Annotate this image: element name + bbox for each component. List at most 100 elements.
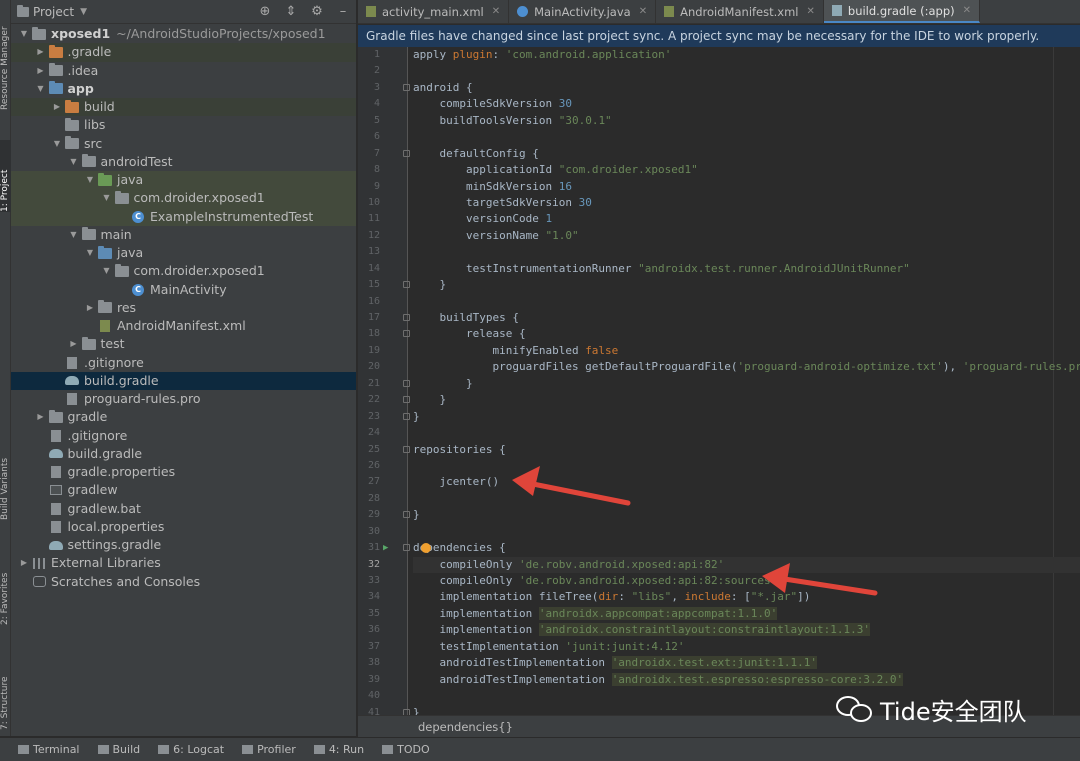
bottom-tab-terminal[interactable]: Terminal	[18, 743, 80, 756]
tree-row[interactable]: ▼ com.droider.xposed1	[11, 189, 356, 208]
code-line[interactable]: 38 androidTestImplementation 'androidx.t…	[368, 655, 1080, 671]
tree-row[interactable]: ▼ src	[11, 135, 356, 153]
fold-marker-icon[interactable]	[403, 412, 410, 420]
chevron-down-icon[interactable]: ▼	[50, 135, 64, 153]
code-line[interactable]: 7 defaultConfig {	[374, 146, 1080, 162]
code-line[interactable]: 14 testInstrumentationRunner "androidx.t…	[368, 261, 1080, 277]
close-icon[interactable]: ✕	[963, 5, 971, 16]
tree-row[interactable]: AndroidManifest.xml	[11, 317, 356, 335]
code-line[interactable]: 1 apply plugin: 'com.android.application'	[374, 47, 1080, 63]
tree-row[interactable]: .gitignore	[11, 354, 356, 372]
fold-marker-icon[interactable]	[403, 396, 410, 404]
code-line[interactable]: 24	[368, 425, 1080, 441]
code-line[interactable]: 6	[374, 129, 1080, 145]
chevron-down-icon[interactable]: ▼	[17, 25, 31, 43]
code-line[interactable]: 27 jcenter()	[368, 474, 1080, 490]
tree-row[interactable]: ▼ app	[11, 80, 356, 98]
fold-marker-icon[interactable]	[403, 330, 410, 338]
tree-row[interactable]: ▼ java	[11, 171, 356, 190]
tree-row[interactable]: ▶ res	[11, 299, 356, 317]
collapse-icon[interactable]: ⇕	[284, 4, 298, 19]
code-editor[interactable]: 1 apply plugin: 'com.android.application'…	[358, 47, 1080, 715]
code-line[interactable]: 37 testImplementation 'junit:junit:4.12'	[368, 639, 1080, 655]
bottom-tab-list[interactable]: TODO	[382, 743, 430, 756]
crosshair-icon[interactable]: ⊕	[258, 4, 272, 19]
code-line[interactable]: 3 android {	[374, 80, 1080, 96]
code-line[interactable]: 9 minSdkVersion 16	[374, 179, 1080, 195]
code-line[interactable]: 20 proguardFiles getDefaultProguardFile(…	[368, 359, 1080, 375]
code-line[interactable]: 18 release {	[368, 326, 1080, 342]
chevron-down-icon[interactable]: ▼	[34, 80, 48, 98]
code-line[interactable]: 28	[368, 491, 1080, 507]
tab-class[interactable]: MainActivity.java ✕	[509, 0, 657, 23]
chevron-down-icon[interactable]: ▼	[83, 244, 97, 262]
tree-row[interactable]: C MainActivity	[11, 281, 356, 299]
tree-row[interactable]: gradle.properties	[11, 463, 356, 481]
code-line[interactable]: 35 implementation 'androidx.appcompat:ap…	[368, 606, 1080, 622]
chevron-right-icon[interactable]: ▶	[34, 43, 48, 61]
code-line[interactable]: 30	[368, 524, 1080, 540]
chevron-down-icon[interactable]: ▼	[100, 262, 114, 280]
chevron-right-icon[interactable]: ▶	[34, 62, 48, 80]
tab-gradle[interactable]: build.gradle (:app) ✕	[823, 0, 981, 23]
tree-row[interactable]: settings.gradle	[11, 536, 356, 554]
tree-row[interactable]: ▶ test	[11, 335, 356, 353]
minimize-icon[interactable]: –	[336, 4, 350, 19]
tree-row[interactable]: ▶ .idea	[11, 62, 356, 80]
tree-row[interactable]: build.gradle	[11, 371, 356, 390]
close-icon[interactable]: ✕	[807, 6, 815, 17]
code-line[interactable]: 10 targetSdkVersion 30	[368, 195, 1080, 211]
code-line[interactable]: 4 compileSdkVersion 30	[374, 96, 1080, 112]
resource-manager-tab[interactable]: Resource Manager	[0, 0, 11, 110]
chevron-right-icon[interactable]: ▶	[50, 98, 64, 116]
fold-marker-icon[interactable]	[403, 281, 410, 289]
code-line[interactable]: 36 implementation 'androidx.constraintla…	[368, 622, 1080, 638]
tree-row[interactable]: proguard-rules.pro	[11, 390, 356, 408]
tab-xml[interactable]: AndroidManifest.xml ✕	[656, 0, 824, 23]
tree-row[interactable]: ▼ java	[11, 244, 356, 262]
tree-row[interactable]: Scratches and Consoles	[11, 573, 356, 591]
tree-row[interactable]: C ExampleInstrumentedTest	[11, 207, 356, 226]
bottom-tab-hammer[interactable]: Build	[97, 743, 140, 756]
tree-row[interactable]: ▶ build	[11, 98, 356, 117]
chevron-down-icon[interactable]: ▼	[67, 153, 81, 171]
chevron-right-icon[interactable]: ▶	[17, 554, 31, 572]
fold-marker-icon[interactable]	[403, 445, 410, 453]
code-line[interactable]: 32 compileOnly 'de.robv.android.xposed:a…	[368, 556, 1080, 573]
fold-marker-icon[interactable]	[403, 83, 410, 91]
bottom-tab-profiler[interactable]: Profiler	[242, 743, 296, 756]
build-variants-tab[interactable]: Build Variants	[0, 430, 11, 520]
code-line[interactable]: 11 versionCode 1	[368, 211, 1080, 227]
tree-row[interactable]: local.properties	[11, 518, 356, 536]
project-panel-title[interactable]: Project	[33, 5, 74, 19]
code-line[interactable]: 22 }	[368, 392, 1080, 408]
code-line[interactable]: 17 buildTypes {	[368, 310, 1080, 326]
code-line[interactable]: 5 buildToolsVersion "30.0.1"	[374, 113, 1080, 129]
bottom-tab-play[interactable]: 4: Run	[313, 743, 364, 756]
code-line[interactable]: 26	[368, 458, 1080, 474]
code-line[interactable]: 33 compileOnly 'de.robv.android.xposed:a…	[368, 573, 1080, 589]
code-line[interactable]: 16	[368, 294, 1080, 310]
tree-row[interactable]: ▼ com.droider.xposed1	[11, 262, 356, 280]
fold-marker-icon[interactable]	[403, 511, 410, 519]
tree-row[interactable]: ▶ gradle	[11, 408, 356, 426]
tree-row[interactable]: build.gradle	[11, 445, 356, 463]
chevron-down-icon[interactable]: ▼	[83, 171, 97, 189]
code-line[interactable]: 29}	[368, 507, 1080, 523]
project-tool-tab[interactable]: 1: Project	[0, 140, 11, 212]
code-line[interactable]: 31 ▶ dependencies {	[368, 540, 1080, 556]
close-icon[interactable]: ✕	[492, 6, 500, 17]
fold-marker-icon[interactable]	[403, 379, 410, 387]
chevron-down-icon[interactable]: ▼	[67, 226, 81, 244]
fold-marker-icon[interactable]	[403, 544, 410, 552]
fold-marker-icon[interactable]	[403, 314, 410, 321]
fold-marker-icon[interactable]	[403, 149, 410, 157]
code-line[interactable]: 13	[368, 244, 1080, 260]
code-line[interactable]: 21 }	[368, 376, 1080, 392]
tree-row[interactable]: gradlew.bat	[11, 500, 356, 518]
code-lines[interactable]: 1 apply plugin: 'com.android.application'…	[368, 47, 1080, 715]
structure-tab[interactable]: 7: Structure	[0, 640, 11, 731]
tree-row[interactable]: ▼ androidTest	[11, 153, 356, 171]
favorites-tab[interactable]: 2: Favorites	[0, 545, 11, 625]
tree-row[interactable]: ▼ main	[11, 226, 356, 244]
